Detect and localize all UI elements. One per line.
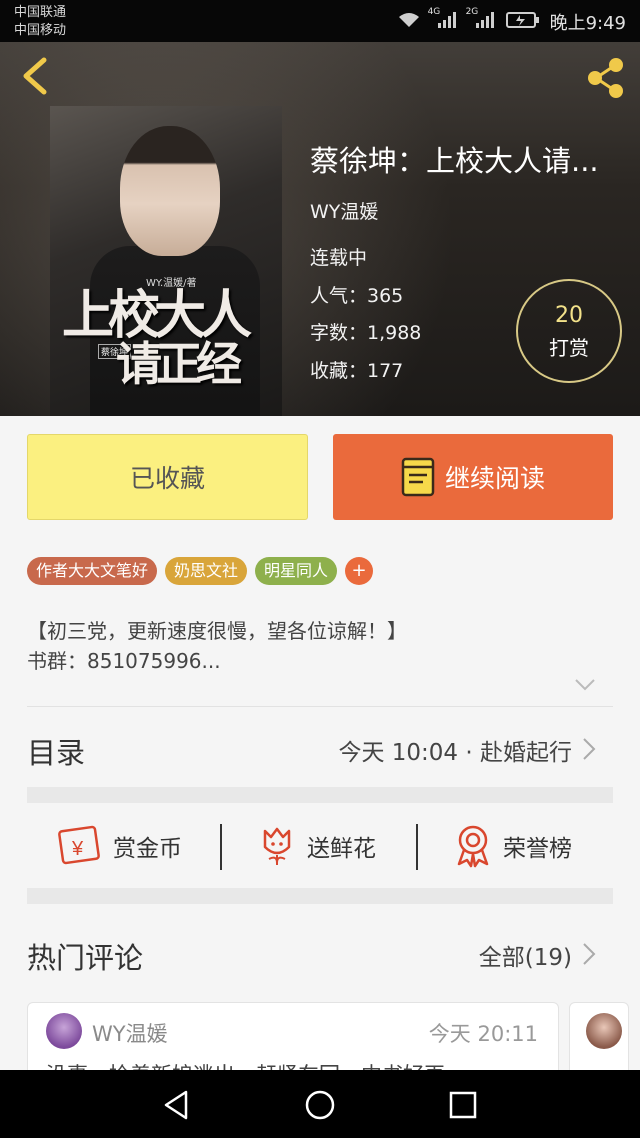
avatar[interactable] — [46, 1013, 82, 1049]
tip-count: 20 — [555, 303, 583, 328]
status-bar: 中国联通 中国移动 4G 2G 晚上9:49 — [0, 0, 640, 42]
tag-item[interactable]: 作者大大文笔好 — [27, 557, 158, 585]
nav-recents-icon[interactable] — [446, 1088, 480, 1122]
share-icon — [588, 58, 623, 98]
comment-time: 今天 20:11 — [428, 1022, 538, 1046]
cover-figure-face — [120, 126, 220, 256]
nav-home-icon[interactable] — [303, 1088, 337, 1122]
reward-coins-label: 赏金币 — [113, 836, 182, 862]
continue-reading-button[interactable]: 继续阅读 — [333, 434, 613, 520]
chevron-left-icon — [23, 57, 47, 95]
coin-envelope-icon: ¥ — [58, 825, 100, 865]
honor-list-label: 荣誉榜 — [503, 836, 572, 862]
tip-label: 打赏 — [549, 336, 589, 360]
honor-list-button[interactable]: 荣誉榜 — [453, 804, 572, 888]
divider — [27, 706, 613, 707]
tag-item[interactable]: 明星同人 — [255, 557, 338, 585]
section-gap — [27, 787, 613, 803]
cover-title-line1: 上校大人 — [62, 285, 252, 346]
hot-comments-title: 热门评论 — [27, 941, 144, 975]
wifi-icon — [398, 12, 420, 33]
book-author[interactable]: WY温媛 — [310, 197, 378, 224]
separator — [220, 824, 222, 870]
favorited-label: 已收藏 — [129, 464, 205, 493]
book-word-count: 字数：1,988 — [310, 322, 422, 344]
chevron-right-icon — [583, 738, 596, 760]
comment-author[interactable]: WY温媛 — [92, 1018, 168, 1048]
book-intro[interactable]: 【初三党，更新速度很慢，望各位谅解！】 书群：851075996... — [27, 616, 613, 676]
book-icon — [401, 457, 435, 497]
add-tag-button[interactable]: + — [345, 557, 374, 585]
carrier-2: 中国移动 — [14, 23, 67, 38]
section-gap — [27, 888, 613, 904]
system-nav-bar — [0, 1070, 640, 1138]
send-flowers-button[interactable]: 送鲜花 — [257, 804, 376, 888]
share-button[interactable] — [584, 56, 628, 100]
flower-icon — [263, 827, 291, 865]
cover-title-line2: 请正经 — [116, 337, 242, 391]
nav-back-icon[interactable] — [160, 1088, 194, 1122]
favorited-button[interactable]: 已收藏 — [27, 434, 308, 520]
all-comments-label: 全部(19) — [478, 945, 572, 971]
carrier-1: 中国联通 — [14, 5, 67, 20]
battery-icon — [505, 11, 540, 34]
book-header: 中国联通 中国移动 4G 2G 晚上9:49 WY.温媛/著 上校大人 蔡徐坤 … — [0, 0, 640, 416]
back-button[interactable] — [18, 56, 54, 96]
tip-button[interactable]: 20 打赏 — [516, 279, 622, 383]
svg-text:¥: ¥ — [71, 838, 84, 860]
tag-item[interactable]: 奶思文社 — [165, 557, 248, 585]
signal-4g-icon: 4G — [428, 7, 458, 34]
send-flowers-label: 送鲜花 — [307, 836, 376, 862]
chevron-right-icon — [583, 943, 596, 965]
signal-2g-icon: 2G — [466, 7, 496, 34]
book-status: 连载中 — [310, 247, 368, 269]
separator — [416, 824, 418, 870]
intro-line-1: 【初三党，更新速度很慢，望各位谅解！】 — [27, 619, 407, 643]
intro-line-2: 书群：851075996... — [27, 649, 221, 673]
book-favorites: 收藏：177 — [310, 360, 404, 382]
toc-latest-chapter: 今天 10:04 · 赴婚起行 — [338, 740, 572, 766]
book-title: 蔡徐坤：上校大人请... — [310, 144, 599, 178]
expand-chevron-icon[interactable] — [574, 678, 596, 692]
book-cover[interactable]: WY.温媛/著 上校大人 蔡徐坤 请正经 — [50, 106, 282, 416]
book-popularity: 人气：365 — [310, 285, 404, 307]
support-actions: ¥ 赏金币 送鲜花 荣誉榜 — [27, 804, 613, 888]
clock: 晚上9:49 — [549, 13, 626, 34]
tag-list: 作者大大文笔好 奶思文社 明星同人 + — [27, 557, 374, 585]
network-label-1: 4G — [427, 6, 441, 17]
network-label-2: 2G — [465, 6, 479, 17]
reward-coins-button[interactable]: ¥ 赏金币 — [57, 804, 182, 888]
avatar[interactable] — [586, 1013, 622, 1049]
toc-title: 目录 — [27, 736, 86, 770]
continue-reading-label: 继续阅读 — [444, 464, 545, 493]
medal-icon — [457, 825, 489, 868]
